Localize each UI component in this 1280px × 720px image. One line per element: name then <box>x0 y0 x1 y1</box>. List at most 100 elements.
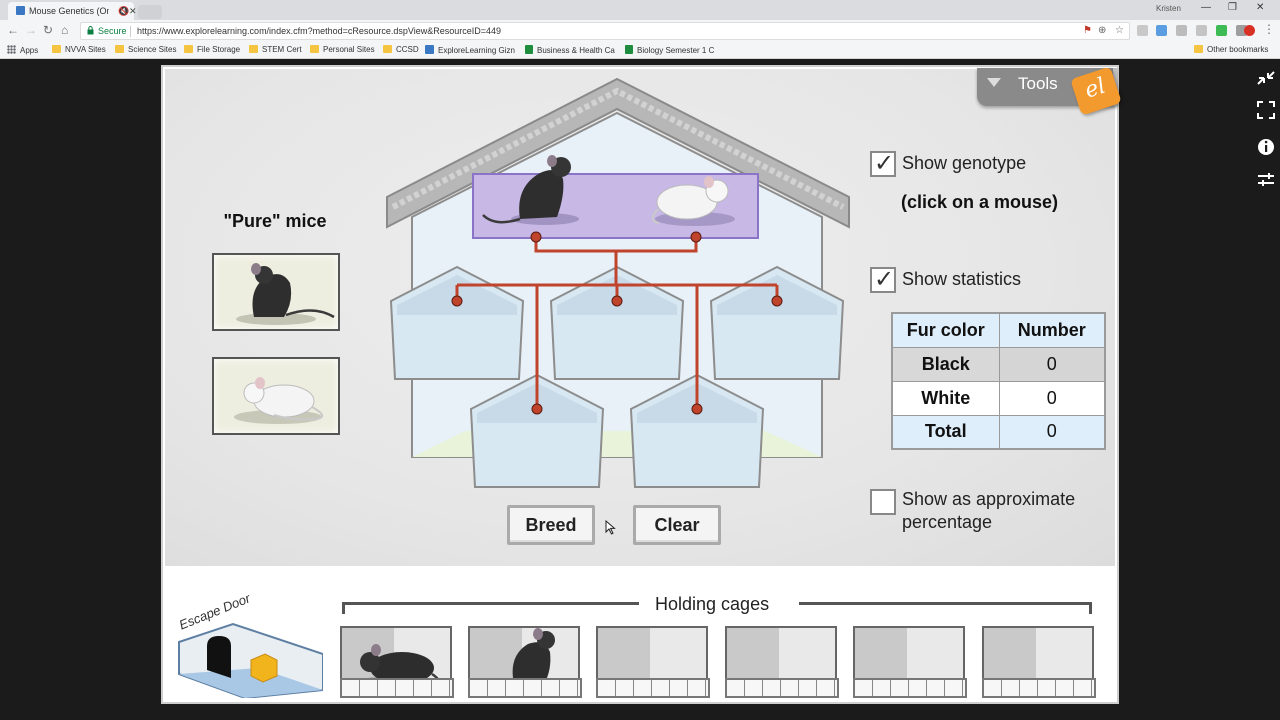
folder-icon <box>1194 45 1203 53</box>
folder-icon <box>52 45 61 53</box>
cage-floor <box>725 678 839 698</box>
bookmark-label: Biology Semester 1 C <box>637 46 715 55</box>
bookmark-star-icon[interactable]: ☆ <box>1115 25 1124 36</box>
tools-label: Tools <box>1018 74 1058 93</box>
bookmark-nvva-sites[interactable]: NVVA Sites <box>52 45 106 55</box>
forward-icon[interactable]: → <box>25 23 37 37</box>
back-icon[interactable]: ← <box>7 23 19 37</box>
close-window-icon[interactable]: ✕ <box>1256 2 1264 13</box>
bookmark-ccsd[interactable]: CCSD <box>383 45 419 55</box>
browser-toolbar: ← → ↻ ⌂ Secure https://www.explorelearni… <box>0 20 1280 42</box>
extension-icon[interactable] <box>1137 25 1148 36</box>
home-icon[interactable]: ⌂ <box>61 23 68 37</box>
bookmark-stem-cert[interactable]: STEM Cert <box>249 45 302 55</box>
cheese-icon <box>250 653 278 683</box>
folder-icon <box>383 45 392 53</box>
extension-red-icon[interactable] <box>1244 25 1255 36</box>
holding-cage-1[interactable] <box>340 626 454 698</box>
sheets-icon <box>625 45 633 54</box>
breeding-area: Tools el "Pure" mice ✓ Show genotype (cl… <box>165 66 1122 566</box>
bookmark-explorelearning[interactable]: ExploreLearning Gizn <box>425 45 515 56</box>
holding-cage-2[interactable] <box>468 626 582 698</box>
bookmark-personal-sites[interactable]: Personal Sites <box>310 45 375 55</box>
bookmark-label: CCSD <box>396 45 419 54</box>
cage-floor <box>982 678 1096 698</box>
breed-button[interactable]: Breed <box>507 505 595 545</box>
explorelearning-favicon-icon <box>16 6 25 15</box>
clear-button[interactable]: Clear <box>633 505 721 545</box>
show-genotype-checkbox[interactable]: ✓ <box>870 150 896 177</box>
folder-icon <box>310 45 319 53</box>
pure-black-mouse <box>236 263 335 325</box>
minimize-icon[interactable]: — <box>1201 2 1211 13</box>
table-row: Black 0 <box>891 346 1106 382</box>
bookmark-label: NVVA Sites <box>65 45 106 54</box>
row-value: 0 <box>998 346 1106 382</box>
bookmarks-bar: Apps NVVA Sites Science Sites File Stora… <box>0 42 1280 59</box>
blocked-popup-icon[interactable]: ⚑ <box>1083 25 1092 36</box>
row-label: Black <box>891 346 1000 382</box>
bookmark-label: STEM Cert <box>262 45 302 54</box>
bookmark-business-health[interactable]: Business & Health Ca <box>525 45 615 56</box>
show-percentage-checkbox[interactable] <box>870 489 896 515</box>
cage-floor <box>340 678 454 698</box>
tools-dropdown-icon <box>987 78 1001 87</box>
zoom-icon[interactable]: ⊕ <box>1098 25 1106 36</box>
holding-cage-3[interactable] <box>596 626 710 698</box>
profile-name[interactable]: Kristen <box>1156 4 1181 13</box>
tab-mute-icon[interactable]: 🔇 <box>118 3 129 19</box>
settings-sliders-icon[interactable] <box>1258 173 1274 186</box>
collapse-icon[interactable] <box>1257 71 1275 85</box>
table-header-row: Fur color Number <box>891 312 1106 348</box>
row-label: White <box>891 380 1000 416</box>
show-statistics-checkbox[interactable]: ✓ <box>870 266 896 293</box>
extension-green-icon[interactable] <box>1216 25 1227 36</box>
url-text[interactable]: https://www.explorelearning.com/index.cf… <box>137 26 501 36</box>
show-percentage-label-line1: Show as approximate <box>902 489 1076 509</box>
tab-title: Mouse Genetics (One <box>29 6 109 16</box>
bookmark-label: Business & Health Ca <box>537 46 615 55</box>
lock-icon <box>87 26 94 35</box>
pure-white-mouse <box>234 377 323 424</box>
bookmark-biology-semester[interactable]: Biology Semester 1 C <box>625 45 714 56</box>
cage-floor <box>853 678 967 698</box>
folder-icon <box>249 45 258 53</box>
url-separator <box>130 26 131 37</box>
fullscreen-icon[interactable] <box>1257 101 1275 119</box>
address-bar[interactable]: Secure https://www.explorelearning.com/i… <box>80 22 1130 40</box>
holding-cage-6[interactable] <box>982 626 1096 698</box>
bookmark-label: File Storage <box>197 45 241 54</box>
holding-cage-5[interactable] <box>853 626 967 698</box>
row-value: 0 <box>998 414 1106 450</box>
folder-icon <box>184 45 193 53</box>
menu-kebab-icon[interactable]: ⋮ <box>1263 22 1275 36</box>
extension-cloud-icon[interactable] <box>1156 25 1167 36</box>
reload-icon[interactable]: ↻ <box>43 23 53 37</box>
mouse-genetics-gizmo: Tools el "Pure" mice ✓ Show genotype (cl… <box>161 65 1122 704</box>
pure-white-mouse-card[interactable] <box>212 357 340 435</box>
tab-mouse-genetics[interactable]: Mouse Genetics (One 🔇 ✕ <box>8 2 137 20</box>
tab-close-icon[interactable]: ✕ <box>129 3 137 19</box>
bookmark-file-storage[interactable]: File Storage <box>184 45 240 55</box>
show-genotype-label: Show genotype <box>902 153 1027 173</box>
browser-tabstrip: Mouse Genetics (One 🔇 ✕ Kristen — ❐ ✕ <box>0 0 1280 20</box>
table-row: Total 0 <box>891 414 1106 450</box>
extension-icon[interactable] <box>1176 25 1187 36</box>
tools-tab[interactable]: Tools el <box>977 66 1122 116</box>
info-icon[interactable] <box>1258 139 1274 155</box>
new-tab-button[interactable] <box>138 5 162 19</box>
bookmark-label: Apps <box>20 46 39 55</box>
pure-black-mouse-card[interactable] <box>212 253 340 331</box>
extension-icon[interactable] <box>1196 25 1207 36</box>
side-toolbar <box>1257 71 1275 186</box>
pure-mice-title: "Pure" mice <box>223 211 327 231</box>
bookmark-other[interactable]: Other bookmarks <box>1194 45 1268 55</box>
bookmark-science-sites[interactable]: Science Sites <box>115 45 176 55</box>
cage-floor <box>596 678 710 698</box>
secure-label: Secure <box>98 26 127 36</box>
restore-icon[interactable]: ❐ <box>1228 2 1237 13</box>
holding-cage-4[interactable] <box>725 626 839 698</box>
bookmark-apps[interactable]: Apps <box>7 45 38 56</box>
holding-area: Escape Door Holding cages <box>165 580 1115 700</box>
table-row: White 0 <box>891 380 1106 416</box>
